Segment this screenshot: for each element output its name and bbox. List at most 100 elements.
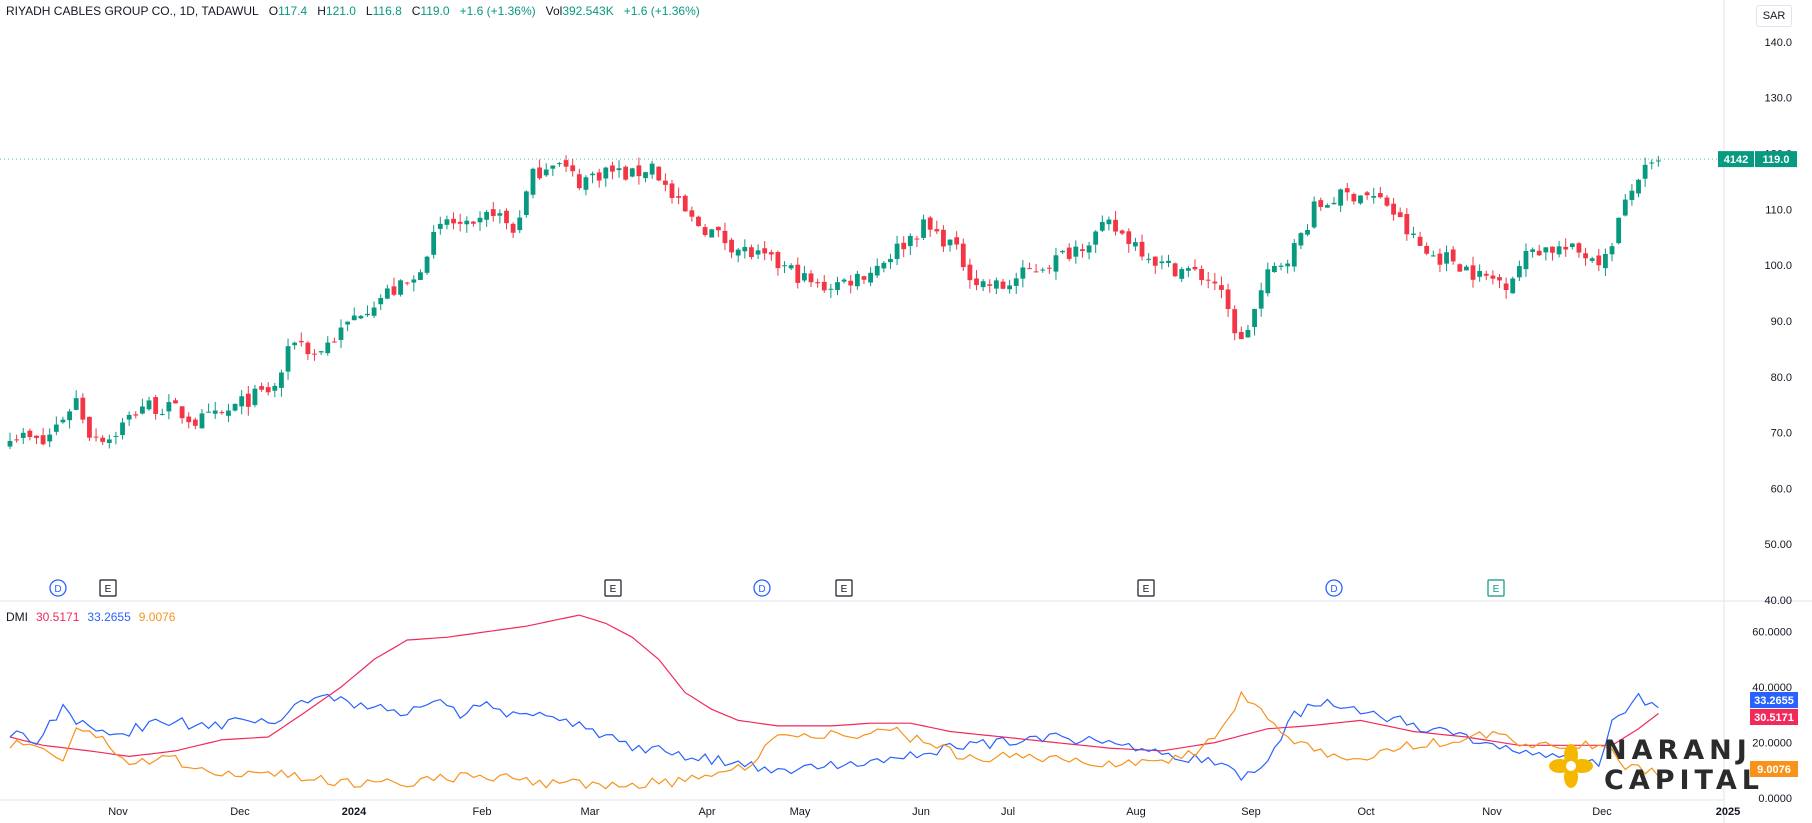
candle-body — [868, 272, 873, 283]
time-axis-label: Jun — [912, 806, 930, 818]
time-axis-label: Feb — [473, 806, 492, 818]
candle-body — [828, 288, 834, 290]
candle-body — [424, 256, 430, 273]
candle-body — [1404, 214, 1410, 235]
candle-body — [1424, 245, 1430, 254]
dmi-header[interactable]: DMI 30.5171 33.2655 9.0076 — [6, 610, 175, 624]
candle-body — [1265, 269, 1271, 294]
candle-body — [1007, 285, 1013, 290]
candle-body — [312, 353, 317, 355]
volume-change: +1.6 (+1.36%) — [623, 4, 700, 18]
candle-body — [80, 397, 86, 420]
dmi-plus-value: 33.2655 — [87, 610, 131, 624]
candle-body — [815, 282, 821, 284]
candle-body — [927, 217, 933, 230]
candle-body — [192, 419, 198, 426]
candle-body — [696, 216, 701, 227]
candle-body — [729, 239, 734, 253]
candle-body — [1470, 265, 1476, 280]
candle-body — [252, 388, 258, 406]
time-axis-label: May — [790, 806, 811, 818]
candle-body — [384, 288, 390, 299]
candle-body — [987, 284, 993, 286]
candle-body — [418, 272, 423, 281]
candle-body — [702, 227, 708, 235]
candle-body — [1384, 197, 1390, 206]
candle-body — [106, 439, 112, 444]
candle-body — [371, 307, 377, 316]
candle-body — [67, 411, 72, 421]
earnings-marker-label: E — [610, 584, 617, 595]
dividend-marker-label: D — [1330, 584, 1337, 595]
candle-body — [93, 436, 99, 438]
candle-body — [1569, 243, 1575, 247]
candle-body — [431, 231, 437, 255]
time-axis-label: Nov — [108, 806, 128, 818]
candle-body — [557, 163, 562, 165]
candle-body — [530, 168, 536, 195]
candle-body — [888, 259, 893, 263]
candle-body — [1205, 279, 1211, 281]
candle-body — [325, 342, 331, 354]
candle-body — [14, 439, 20, 441]
candle-body — [484, 211, 490, 220]
candle-body — [219, 412, 225, 414]
candle-body — [1616, 217, 1622, 244]
candle-body — [1126, 231, 1132, 244]
candle-body — [1086, 245, 1092, 253]
candle-body — [490, 209, 496, 216]
candle-body — [331, 341, 337, 343]
candle-body — [437, 223, 443, 229]
candle-body — [1543, 247, 1549, 253]
candle-body — [47, 434, 53, 442]
candle-body — [272, 385, 278, 391]
time-axis-label: Aug — [1126, 806, 1146, 818]
candle-body — [1358, 195, 1363, 204]
candle-body — [1397, 212, 1403, 218]
candle-body — [543, 169, 549, 176]
candle-body — [980, 281, 986, 288]
candle-body — [444, 219, 450, 225]
candle-body — [1450, 249, 1456, 262]
candle-body — [1596, 255, 1602, 266]
candle-body — [1642, 164, 1648, 179]
candle-body — [159, 413, 165, 415]
candle-body — [1516, 266, 1522, 278]
currency-button[interactable]: SAR — [1756, 5, 1792, 27]
countdown-label: 4142 — [1724, 154, 1748, 166]
candle-body — [550, 165, 556, 169]
candle-body — [669, 183, 675, 198]
price-chart[interactable]: 140.0130.0120.0110.0100.090.080.070.060.… — [0, 0, 1812, 823]
candle-body — [477, 217, 483, 223]
candle-body — [245, 393, 251, 407]
candle-body — [1053, 255, 1059, 272]
candle-body — [590, 173, 595, 176]
candle-body — [974, 278, 979, 286]
symbol-title[interactable]: RIYADH CABLES GROUP CO., 1D, TADAWUL — [6, 4, 259, 18]
logo-mark-icon — [1549, 744, 1593, 788]
candle-body — [232, 403, 238, 411]
candle-body — [318, 351, 324, 353]
candle-body — [120, 422, 125, 436]
candle-body — [1232, 309, 1238, 334]
candle-body — [153, 397, 159, 414]
candle-body — [523, 191, 529, 216]
time-axis-label: Oct — [1357, 806, 1374, 818]
time-axis-label: Sep — [1241, 806, 1261, 818]
candle-body — [596, 172, 602, 181]
price-axis-tick: 80.0 — [1771, 372, 1792, 384]
candle-body — [298, 340, 304, 343]
candle-body — [1093, 231, 1099, 245]
candle-body — [1536, 250, 1542, 256]
chart-background — [0, 0, 1812, 823]
candle-body — [1159, 261, 1165, 264]
candle-body — [881, 262, 887, 269]
dmi-value-tag-label: 33.2655 — [1754, 695, 1794, 707]
open-label: O — [268, 4, 279, 18]
candle-body — [1278, 265, 1284, 267]
candle-body — [629, 168, 635, 177]
candle-body — [1027, 268, 1032, 270]
candle-body — [1377, 193, 1383, 198]
candle-body — [457, 221, 463, 224]
candle-body — [1113, 219, 1118, 232]
